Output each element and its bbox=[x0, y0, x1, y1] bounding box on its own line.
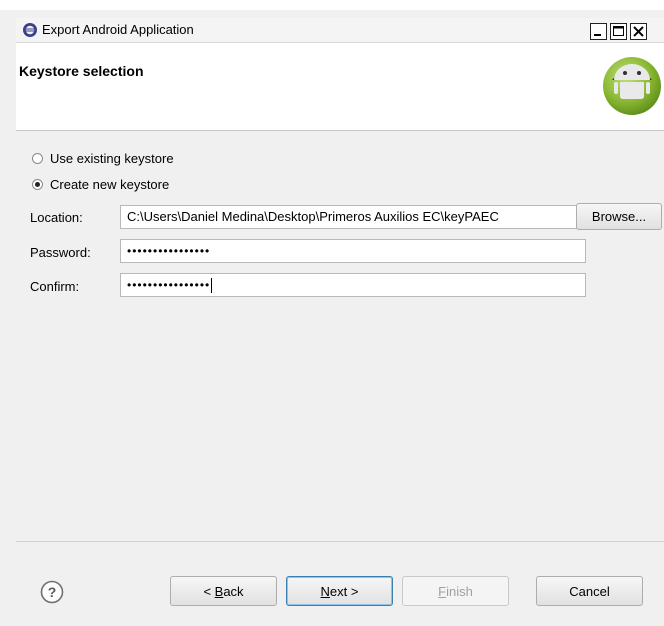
browse-button[interactable]: Browse... bbox=[576, 203, 662, 230]
use-existing-radio[interactable] bbox=[32, 152, 43, 164]
maximize-icon bbox=[613, 26, 624, 36]
top-strip bbox=[0, 0, 664, 10]
close-icon bbox=[633, 26, 644, 37]
create-new-keystore-option[interactable]: Create new keystore bbox=[32, 175, 169, 193]
export-dialog: Export Android Application Keystore sele… bbox=[0, 0, 664, 626]
minimize-button[interactable] bbox=[590, 23, 607, 40]
wizard-content: Use existing keystore Create new keystor… bbox=[16, 131, 664, 541]
next-label-rest: ext > bbox=[329, 583, 359, 599]
password-value: •••••••••••••••• bbox=[127, 244, 211, 258]
close-button[interactable] bbox=[630, 23, 647, 40]
next-button[interactable]: Next > bbox=[286, 576, 393, 606]
finish-button[interactable]: Finish bbox=[402, 576, 509, 606]
window-title: Export Android Application bbox=[42, 22, 194, 37]
create-new-radio[interactable] bbox=[32, 178, 43, 190]
minimize-icon bbox=[594, 34, 601, 36]
android-logo-icon bbox=[603, 57, 661, 115]
text-caret bbox=[211, 278, 213, 294]
title-bar[interactable]: Export Android Application bbox=[16, 18, 664, 43]
location-input[interactable]: C:\Users\Daniel Medina\Desktop\Primeros … bbox=[120, 205, 586, 229]
wizard-header: Keystore selection bbox=[16, 43, 664, 131]
back-button[interactable]: < Back bbox=[170, 576, 277, 606]
eclipse-app-icon bbox=[23, 23, 37, 37]
use-existing-keystore-option[interactable]: Use existing keystore bbox=[32, 149, 174, 167]
next-mnemonic: N bbox=[320, 583, 330, 599]
password-label: Password: bbox=[30, 245, 91, 260]
page-title: Keystore selection bbox=[19, 63, 144, 79]
location-label: Location: bbox=[30, 210, 83, 225]
confirm-value: •••••••••••••••• bbox=[127, 278, 211, 292]
back-label-rest: ack bbox=[223, 583, 244, 599]
finish-label-rest: inish bbox=[446, 583, 473, 599]
confirm-label: Confirm: bbox=[30, 279, 80, 294]
use-existing-label: Use existing keystore bbox=[50, 150, 174, 166]
finish-mnemonic: F bbox=[438, 583, 447, 599]
maximize-button[interactable] bbox=[610, 23, 627, 40]
create-new-label: Create new keystore bbox=[50, 176, 170, 192]
help-icon[interactable]: ? bbox=[40, 580, 64, 604]
cancel-button[interactable]: Cancel bbox=[536, 576, 643, 606]
confirm-input[interactable]: •••••••••••••••• bbox=[120, 273, 586, 297]
svg-text:?: ? bbox=[48, 584, 57, 600]
wizard-footer: ? < Back Next > Finish Cancel bbox=[16, 542, 664, 626]
password-input[interactable]: •••••••••••••••• bbox=[120, 239, 586, 263]
